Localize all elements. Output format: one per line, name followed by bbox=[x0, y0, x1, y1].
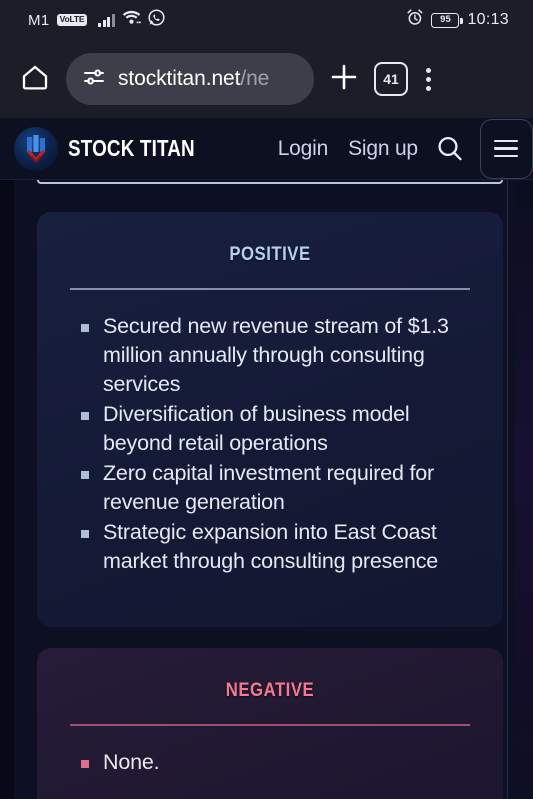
list-item: Strategic expansion into East Coast mark… bbox=[81, 518, 473, 576]
signal-bars-icon bbox=[98, 13, 115, 27]
status-bar-right: 95 10:13 bbox=[406, 9, 509, 31]
carrier-label: M1 bbox=[28, 11, 50, 29]
url-bar[interactable]: stocktitan.net/ne bbox=[66, 53, 314, 105]
battery-indicator: 95 bbox=[431, 12, 463, 28]
list-item: Diversification of business model beyond… bbox=[81, 400, 473, 458]
positive-card: Positive Secured new revenue stream of $… bbox=[37, 212, 503, 627]
battery-level-label: 95 bbox=[440, 14, 451, 26]
site-header: STOCK TITAN Login Sign up bbox=[0, 118, 533, 180]
home-icon[interactable] bbox=[14, 62, 56, 97]
login-link[interactable]: Login bbox=[278, 137, 329, 161]
alarm-clock-icon bbox=[406, 9, 423, 31]
content-right-divider bbox=[507, 180, 508, 799]
header-nav: Login Sign up bbox=[278, 137, 418, 161]
list-item: None. bbox=[81, 748, 473, 777]
page-right-gutter bbox=[515, 180, 533, 799]
positive-card-divider bbox=[70, 288, 470, 290]
status-bar: M1 VoLTE 95 10:13 bbox=[0, 0, 533, 40]
wifi-icon bbox=[122, 10, 141, 30]
search-icon[interactable] bbox=[434, 133, 466, 165]
page-content: Positive Secured new revenue stream of $… bbox=[0, 180, 533, 799]
hamburger-menu-icon[interactable] bbox=[479, 118, 533, 179]
tune-icon[interactable] bbox=[82, 65, 106, 94]
tab-switcher-button[interactable]: 41 bbox=[374, 62, 408, 96]
whatsapp-icon bbox=[148, 9, 165, 31]
signup-link[interactable]: Sign up bbox=[348, 137, 418, 161]
url-text[interactable]: stocktitan.net/ne bbox=[118, 67, 269, 91]
browser-toolbar: stocktitan.net/ne 41 bbox=[0, 40, 533, 118]
positive-card-title: Positive bbox=[229, 236, 311, 266]
volte-badge: VoLTE bbox=[56, 14, 88, 26]
phone-screen: M1 VoLTE 95 10:13 stocktitan.net/ne 41 S… bbox=[0, 0, 533, 799]
three-dots-vertical-icon[interactable] bbox=[418, 67, 439, 91]
tab-count-label: 41 bbox=[383, 71, 399, 87]
stock-titan-logo-icon[interactable] bbox=[14, 126, 58, 171]
positive-bullet-list: Secured new revenue stream of $1.3 milli… bbox=[37, 312, 503, 576]
previous-section-box-partial bbox=[37, 180, 503, 184]
negative-card-title: Negative bbox=[225, 672, 315, 702]
list-item: Secured new revenue stream of $1.3 milli… bbox=[81, 312, 473, 399]
negative-card-divider bbox=[70, 724, 470, 726]
url-host: stocktitan.net bbox=[118, 67, 241, 90]
negative-bullet-list: None. bbox=[37, 748, 503, 777]
url-path: /ne bbox=[240, 67, 270, 90]
clock-label: 10:13 bbox=[467, 11, 509, 28]
negative-card: Negative None. bbox=[37, 648, 503, 799]
brand-name[interactable]: STOCK TITAN bbox=[68, 135, 195, 162]
page-left-gutter bbox=[0, 180, 14, 799]
list-item: Zero capital investment required for rev… bbox=[81, 459, 473, 517]
new-tab-button[interactable] bbox=[324, 61, 364, 98]
status-bar-left: M1 VoLTE bbox=[28, 9, 165, 31]
